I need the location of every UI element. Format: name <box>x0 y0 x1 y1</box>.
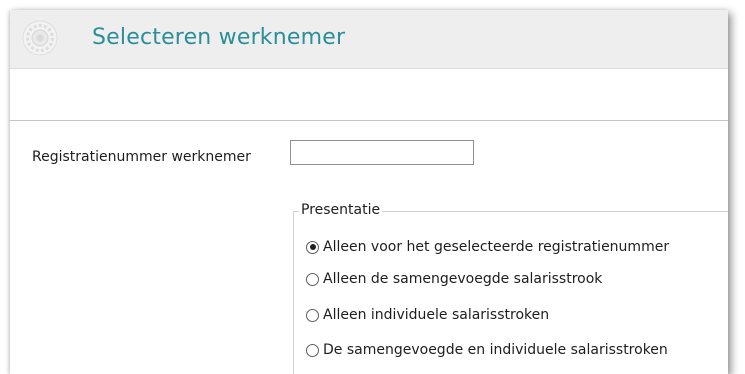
presentation-group-title: Presentatie <box>299 202 383 218</box>
radio-option-label: Alleen de samengevoegde salarisstrook <box>323 271 603 287</box>
radio-option-selected-registration[interactable]: Alleen voor het geselecteerde registrati… <box>306 237 669 257</box>
radio-button[interactable] <box>306 272 319 286</box>
registration-number-label: Registratienummer werknemer <box>32 149 251 165</box>
screenshot-stage: Selecteren werknemer Registratienummer w… <box>0 0 745 374</box>
radio-button[interactable] <box>306 308 319 322</box>
window-title: Selecteren werknemer <box>92 25 346 50</box>
radio-option-label: Alleen voor het geselecteerde registrati… <box>323 239 670 255</box>
dialog-window: Selecteren werknemer Registratienummer w… <box>10 10 728 374</box>
radio-option-combined-and-individual[interactable]: De samengevoegde en individuele salariss… <box>306 340 668 360</box>
radio-option-label: De samengevoegde en individuele salariss… <box>323 342 668 358</box>
radio-option-individual-payslips[interactable]: Alleen individuele salarisstroken <box>306 305 549 325</box>
radio-button[interactable] <box>306 343 319 357</box>
app-logo-icon <box>22 20 58 56</box>
radio-option-label: Alleen individuele salarisstroken <box>323 307 550 323</box>
title-bar: Selecteren werknemer <box>10 10 728 69</box>
toolbar-divider <box>10 120 728 121</box>
registration-number-input[interactable] <box>290 140 474 165</box>
radio-button-checked[interactable] <box>306 240 319 254</box>
radio-option-combined-payslip[interactable]: Alleen de samengevoegde salarisstrook <box>306 269 602 289</box>
